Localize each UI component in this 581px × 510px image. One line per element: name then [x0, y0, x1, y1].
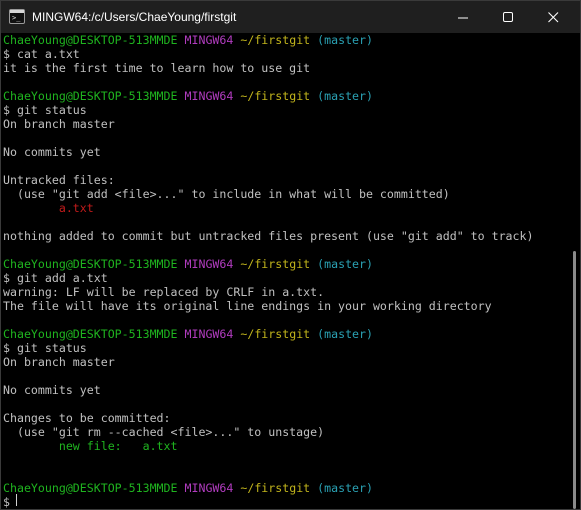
prompt-system: MINGW64	[184, 33, 234, 47]
minimize-button[interactable]	[444, 1, 482, 33]
minimize-icon	[457, 17, 468, 18]
vertical-scrollbar[interactable]	[569, 33, 580, 509]
prompt-line: ChaeYoung@DESKTOP-513MMDE MINGW64 ~/firs…	[3, 33, 373, 47]
prompt-user-host: ChaeYoung@DESKTOP-513MMDE	[3, 33, 178, 47]
prompt-branch: (master)	[317, 33, 373, 47]
terminal-window: >_ MINGW64:/c/Users/ChaeYoung/firstgit C…	[0, 0, 581, 510]
close-button[interactable]	[534, 1, 572, 33]
prompt-path: ~/firstgit	[240, 327, 311, 341]
untracked-file-line: a.txt	[3, 201, 94, 215]
output-line: nothing added to commit but untracked fi…	[3, 229, 534, 243]
prompt-line: ChaeYoung@DESKTOP-513MMDE MINGW64 ~/firs…	[3, 327, 373, 341]
title-bar[interactable]: >_ MINGW64:/c/Users/ChaeYoung/firstgit	[1, 1, 580, 33]
prompt-user-host: ChaeYoung@DESKTOP-513MMDE	[3, 481, 178, 495]
prompt-line: ChaeYoung@DESKTOP-513MMDE MINGW64 ~/firs…	[3, 89, 373, 103]
prompt-line: ChaeYoung@DESKTOP-513MMDE MINGW64 ~/firs…	[3, 257, 373, 271]
maximize-button[interactable]	[489, 1, 527, 33]
staged-file-line: new file: a.txt	[3, 439, 178, 453]
prompt-path: ~/firstgit	[240, 89, 311, 103]
prompt-user-host: ChaeYoung@DESKTOP-513MMDE	[3, 327, 178, 341]
prompt-system: MINGW64	[184, 89, 234, 103]
output-line: On branch master	[3, 355, 115, 369]
output-line: Untracked files:	[3, 173, 115, 187]
prompt-line: ChaeYoung@DESKTOP-513MMDE MINGW64 ~/firs…	[3, 481, 373, 495]
prompt-system: MINGW64	[184, 327, 234, 341]
input-prompt-line[interactable]: $	[3, 495, 17, 509]
prompt-branch: (master)	[317, 89, 373, 103]
output-line: No commits yet	[3, 145, 101, 159]
output-line: (use "git rm --cached <file>..." to unst…	[3, 425, 325, 439]
output-line: (use "git add <file>..." to include in w…	[3, 187, 450, 201]
window-title: MINGW64:/c/Users/ChaeYoung/firstgit	[32, 10, 237, 24]
output-line: it is the first time to learn how to use…	[3, 61, 311, 75]
prompt-system: MINGW64	[184, 481, 234, 495]
command-line: $ git add a.txt	[3, 271, 108, 285]
command-line: $ git status	[3, 341, 87, 355]
output-line: No commits yet	[3, 383, 101, 397]
git-bash-terminal-icon[interactable]: >_	[9, 9, 25, 24]
prompt-path: ~/firstgit	[240, 257, 311, 271]
prompt-system: MINGW64	[184, 257, 234, 271]
text-cursor	[16, 494, 17, 506]
scrollbar-thumb[interactable]	[573, 251, 576, 509]
prompt-path: ~/firstgit	[240, 481, 311, 495]
prompt-user-host: ChaeYoung@DESKTOP-513MMDE	[3, 89, 178, 103]
maximize-icon	[502, 11, 513, 22]
command-line: $ git status	[3, 103, 87, 117]
prompt-branch: (master)	[317, 257, 373, 271]
output-line: Changes to be committed:	[3, 411, 171, 425]
command-line: $ cat a.txt	[3, 47, 80, 61]
output-line: The file will have its original line end…	[3, 299, 492, 313]
prompt-branch: (master)	[317, 481, 373, 495]
prompt-path: ~/firstgit	[240, 33, 311, 47]
prompt-branch: (master)	[317, 327, 373, 341]
prompt-user-host: ChaeYoung@DESKTOP-513MMDE	[3, 257, 178, 271]
terminal-output[interactable]: ChaeYoung@DESKTOP-513MMDE MINGW64 ~/firs…	[1, 33, 569, 509]
warning-line: warning: LF will be replaced by CRLF in …	[3, 285, 325, 299]
close-icon	[547, 11, 558, 22]
output-line: On branch master	[3, 117, 115, 131]
